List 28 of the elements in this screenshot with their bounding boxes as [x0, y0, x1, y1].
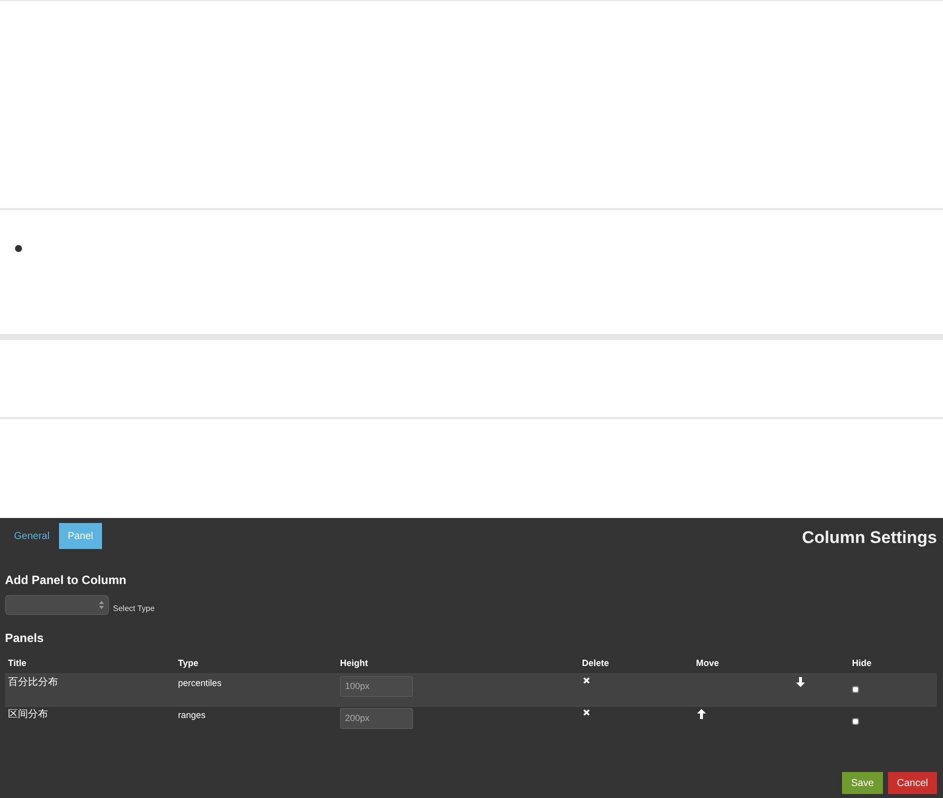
bullet-icon — [15, 245, 22, 252]
delete-icon[interactable] — [583, 708, 590, 716]
tab[interactable]: General — [5, 523, 59, 549]
up-arrow-icon[interactable] — [697, 708, 706, 718]
select-label: Select Type — [113, 602, 155, 614]
column-header: Delete — [582, 656, 610, 670]
table-cell-text: percentiles — [178, 676, 223, 688]
section-heading: Panels — [5, 630, 45, 646]
table-cell-text: 区间分布 — [8, 708, 49, 720]
hide-checkbox[interactable] — [852, 686, 859, 692]
column-header: Type — [178, 656, 200, 670]
table-cell-text: 百分比分布 — [8, 676, 59, 688]
down-arrow-icon[interactable] — [796, 676, 805, 686]
cancel-button[interactable]: Cancel — [888, 772, 937, 794]
save-button[interactable]: Save — [842, 772, 883, 794]
delete-icon[interactable] — [583, 676, 590, 684]
column-header: Title — [8, 656, 28, 670]
column-header: Hide — [852, 656, 873, 670]
height-field[interactable]: 100px — [340, 676, 413, 696]
column-header: Height — [340, 656, 369, 670]
table-cell-text: ranges — [178, 708, 207, 720]
column-header: Move — [696, 656, 720, 670]
section-heading: Add Panel to Column — [5, 572, 128, 588]
updown-icon — [99, 600, 104, 608]
hide-checkbox[interactable] — [852, 718, 859, 724]
tab[interactable]: Panel — [58, 523, 102, 549]
panel-title: Column Settings — [802, 527, 937, 549]
height-field[interactable]: 200px — [340, 708, 413, 728]
